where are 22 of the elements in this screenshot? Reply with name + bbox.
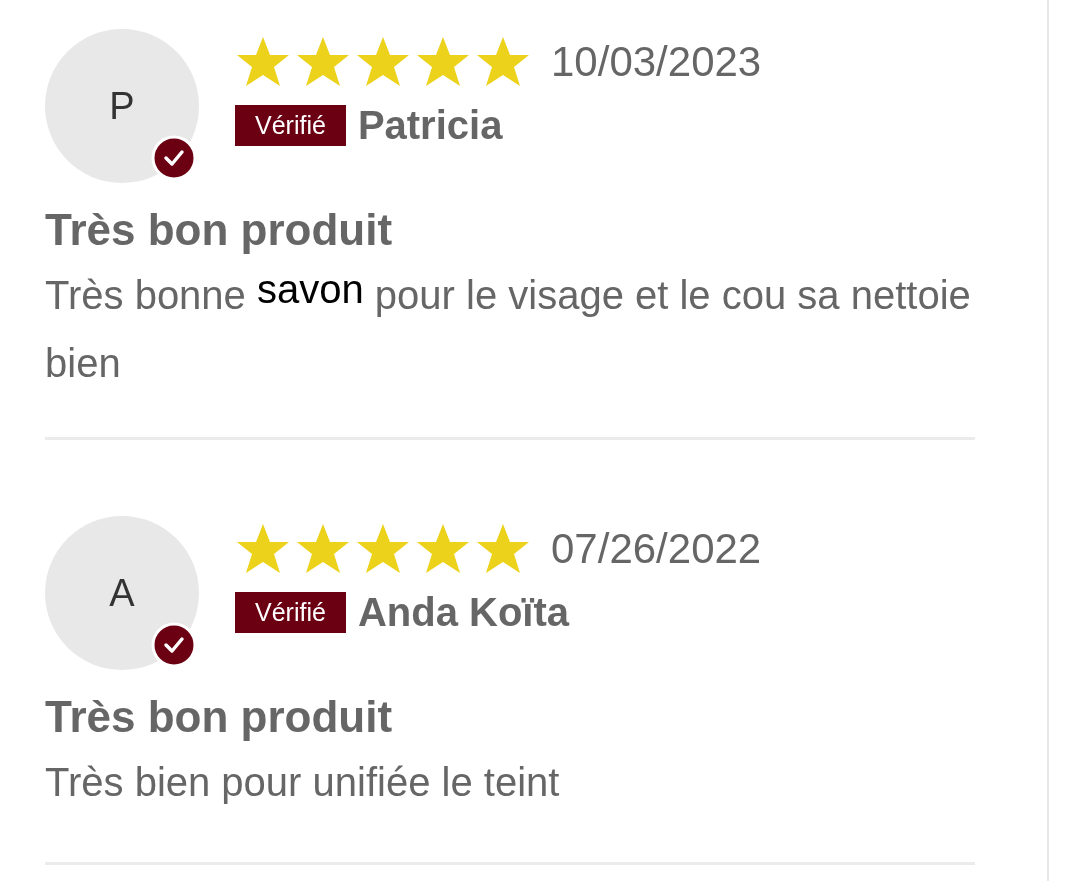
star-icon	[235, 522, 291, 576]
avatar: P	[45, 29, 199, 183]
reviewer-name: Anda Koïta	[357, 590, 569, 635]
star-icon	[355, 522, 411, 576]
verified-badge: Vérifié	[235, 105, 346, 146]
star-icon	[235, 35, 291, 89]
star-icon	[415, 522, 471, 576]
star-icon	[475, 35, 531, 89]
verified-badge: Vérifié	[235, 592, 346, 633]
review-text: Très bonne savon pour le visage et le cou sa nettoie bien	[45, 266, 972, 387]
review-title: Très bon produit	[45, 692, 394, 742]
avatar: A	[45, 516, 199, 670]
review-text: Très bien pour unifiée le teint	[45, 759, 561, 806]
review-date: 10/03/2023	[551, 38, 762, 86]
star-icon	[415, 35, 471, 89]
review-date: 07/26/2022	[551, 525, 762, 573]
star-icon	[355, 35, 411, 89]
reviewer-name: Patricia	[357, 103, 503, 148]
review-title: Très bon produit	[45, 205, 394, 255]
star-icon	[295, 522, 351, 576]
star-icon	[475, 522, 531, 576]
star-icon	[295, 35, 351, 89]
